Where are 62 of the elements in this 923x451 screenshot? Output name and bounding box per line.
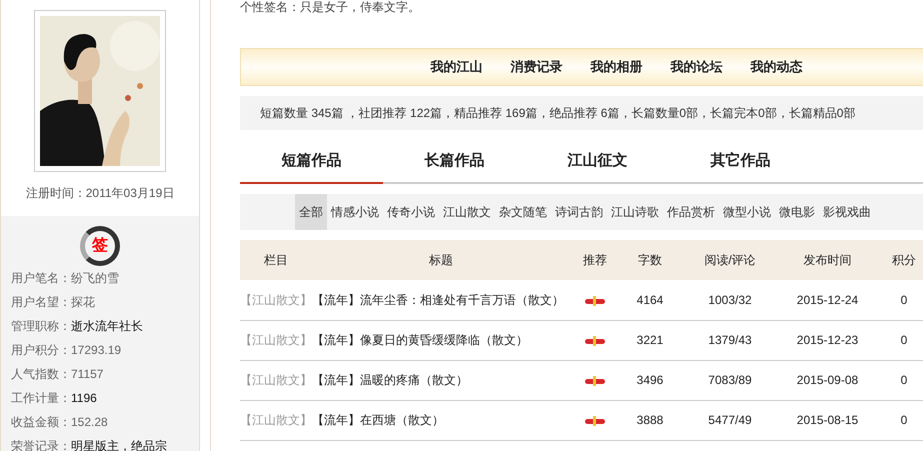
table-cell: 1003/32 <box>680 280 780 320</box>
table-cell: 【江山散文】 <box>240 360 312 400</box>
column-header: 阅读/评论 <box>680 240 780 280</box>
filter-tab[interactable]: 传奇小说 <box>383 194 439 230</box>
table-cell: 5477/49 <box>680 400 780 440</box>
article-link[interactable]: 【流年】在西塘（散文） <box>312 400 570 440</box>
column-header: 栏目 <box>240 240 312 280</box>
column-header: 标题 <box>312 240 570 280</box>
table-cell: 1379/43 <box>680 320 780 360</box>
tab[interactable]: 江山征文 <box>526 140 669 184</box>
table-cell: 2015-12-24 <box>780 280 875 320</box>
registration-date: 注册时间：2011年03月19日 <box>26 185 174 202</box>
filter-tab[interactable]: 影视戏曲 <box>819 194 875 230</box>
table-cell: 【江山散文】 <box>240 400 312 440</box>
table-cell: 2015-08-15 <box>780 400 875 440</box>
table-cell: 2015-09-08 <box>780 360 875 400</box>
table-cell: 0 <box>875 320 923 360</box>
article-link[interactable]: 【流年】像夏日的黄昏缓缓降临（散文） <box>312 320 570 360</box>
profile-field: 人气指数：71157 <box>11 362 189 386</box>
filter-tab[interactable]: 江山散文 <box>439 194 495 230</box>
table-cell: 7083/89 <box>680 360 780 400</box>
nav-link[interactable]: 消费记录 <box>510 57 562 77</box>
table-cell: 【江山散文】 <box>240 320 312 360</box>
filter-tab[interactable]: 江山诗歌 <box>607 194 663 230</box>
table-cell: 0 <box>875 400 923 440</box>
article-link[interactable]: 【流年】流年尘香：相逢处有千言万语（散文） <box>312 280 570 320</box>
nav-link[interactable]: 我的江山 <box>430 57 482 77</box>
nav-link[interactable]: 我的相册 <box>590 57 642 77</box>
table-cell: 0 <box>875 360 923 400</box>
column-header: 积分 <box>875 240 923 280</box>
nav-link[interactable]: 我的论坛 <box>670 57 722 77</box>
column-header: 字数 <box>620 240 680 280</box>
profile-field: 工作计量：1196 <box>11 386 189 410</box>
column-header: 发布时间 <box>780 240 875 280</box>
sign-badge: 签 <box>80 226 120 266</box>
signature: 个性签名：只是女子，侍奉文字。 <box>240 0 420 15</box>
filter-tab[interactable]: 微型小说 <box>719 194 775 230</box>
profile-field: 收益金额：152.28 <box>11 410 189 434</box>
profile-field: 用户笔名：纷飞的雪 <box>11 266 189 290</box>
filter-tab[interactable]: 诗词古韵 <box>551 194 607 230</box>
table-cell: 4164 <box>620 280 680 320</box>
table-cell: 3888 <box>620 400 680 440</box>
article-link[interactable]: 【流年】温暖的疼痛（散文） <box>312 360 570 400</box>
table-cell: 3221 <box>620 320 680 360</box>
filter-tab[interactable]: 情感小说 <box>327 194 383 230</box>
table-cell: 3496 <box>620 360 680 400</box>
filter-tab[interactable]: 微电影 <box>775 194 819 230</box>
column-header: 推荐 <box>570 240 620 280</box>
tab[interactable]: 短篇作品 <box>240 140 383 184</box>
tab[interactable]: 长篇作品 <box>383 140 526 184</box>
nav-link[interactable]: 我的动态 <box>750 57 802 77</box>
table-cell: 2015-12-23 <box>780 320 875 360</box>
filter-tab[interactable]: 作品赏析 <box>663 194 719 230</box>
filter-tab[interactable]: 杂文随笔 <box>495 194 551 230</box>
table-cell: 0 <box>875 280 923 320</box>
profile-field: 用户名望：探花 <box>11 290 189 314</box>
table-cell: 【江山散文】 <box>240 280 312 320</box>
profile-field: 管理职称：逝水流年社长 <box>11 314 189 338</box>
profile-field: 用户积分：17293.19 <box>11 338 189 362</box>
stats-bar: 短篇数量 345篇 ，社团推荐 122篇，精品推荐 169篇，绝品推荐 6篇，长篇数量0部，长篇完本0部，长篇精品0部 <box>240 96 923 130</box>
filter-tab[interactable]: 全部 <box>295 194 327 230</box>
tab[interactable]: 其它作品 <box>669 140 812 184</box>
